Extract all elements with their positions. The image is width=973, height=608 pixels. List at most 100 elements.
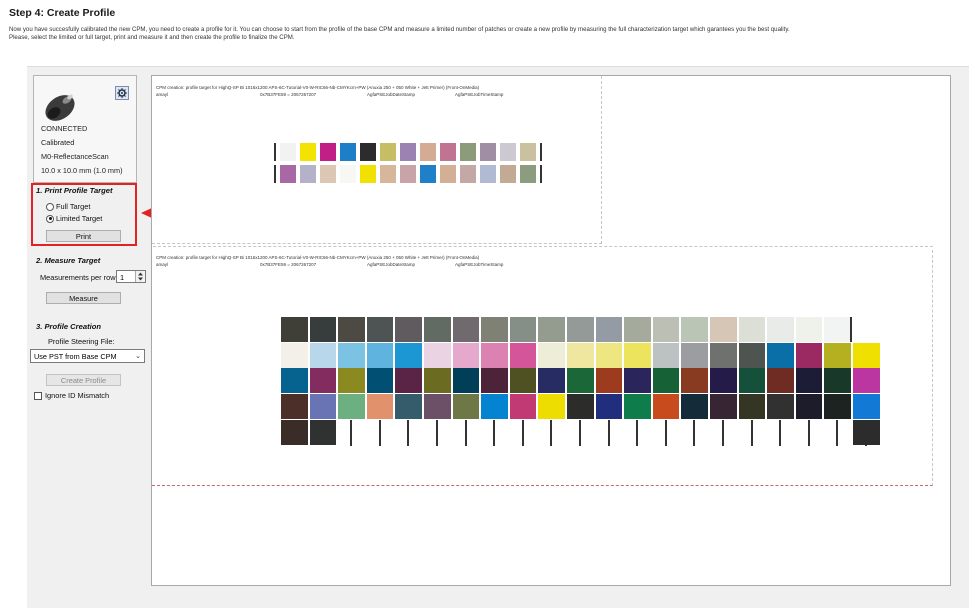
page-title: Step 4: Create Profile [9, 7, 116, 19]
sheet-separator [153, 246, 933, 247]
target-header-id: 0x7B37FE59 = 2067267207 [260, 92, 317, 97]
status-connected: CONNECTED [41, 124, 88, 133]
color-patch [738, 317, 766, 342]
status-aperture: 10.0 x 10.0 mm (1.0 mm) [41, 166, 123, 175]
profile-steering-label: Profile Steering File: [48, 337, 115, 346]
color-patch [424, 343, 451, 368]
color-patch [395, 368, 422, 393]
color-patch [624, 394, 651, 419]
registration-mark [350, 420, 353, 446]
color-patch [481, 343, 508, 368]
target-header-line1-full: CPM creation: profile target for HighQ-S… [156, 255, 480, 260]
radio-full-target[interactable]: Full Target [46, 202, 90, 211]
color-patch [853, 420, 880, 445]
registration-mark [693, 420, 696, 446]
color-patch [320, 165, 336, 183]
color-patch [360, 165, 376, 183]
color-patch [460, 143, 476, 161]
profile-steering-select[interactable]: Use PST from Base CPM ⌄ [30, 349, 145, 363]
color-patch [624, 368, 651, 393]
print-button[interactable]: Print [46, 230, 121, 242]
measurements-per-row-label: Measurements per row [40, 273, 116, 282]
color-patch [567, 394, 594, 419]
color-patch [538, 317, 565, 342]
color-patch [424, 317, 451, 342]
color-patch [420, 143, 436, 161]
page-description: Now you have succesfully calibrated the … [9, 26, 964, 42]
color-patch [400, 143, 416, 161]
color-patch [767, 368, 794, 393]
target-header-line1: CPM creation: profile target for HighQ-S… [156, 85, 480, 90]
measurements-per-row-stepper[interactable]: 1 [116, 270, 146, 283]
color-patch [624, 317, 651, 342]
radio-button-icon[interactable] [46, 202, 54, 211]
color-patch [767, 343, 794, 368]
color-patch [853, 368, 880, 393]
color-patch [567, 368, 594, 393]
registration-mark [750, 420, 753, 446]
color-patch [452, 368, 480, 393]
radio-full-target-label: Full Target [56, 202, 91, 211]
color-patch [567, 343, 594, 368]
color-patch [340, 165, 356, 183]
ignore-id-mismatch-checkbox[interactable]: Ignore ID Mismatch [34, 391, 109, 400]
create-profile-button[interactable]: Create Profile [46, 374, 121, 386]
color-patch [420, 165, 436, 183]
color-patch [795, 317, 823, 342]
measure-button[interactable]: Measure [46, 292, 121, 304]
color-patch [652, 394, 680, 419]
color-patch [480, 143, 496, 161]
color-patch [366, 343, 394, 368]
color-patch [595, 394, 623, 419]
color-patch [738, 343, 766, 368]
color-patch [652, 368, 680, 393]
radio-button-selected-icon[interactable] [46, 214, 54, 223]
color-patch [767, 394, 794, 419]
color-patch [480, 165, 496, 183]
color-patch [320, 143, 336, 161]
color-patch [452, 394, 480, 419]
ignore-id-mismatch-label: Ignore ID Mismatch [45, 391, 110, 400]
color-patch [281, 394, 308, 419]
color-patch [681, 394, 708, 419]
registration-mark [722, 420, 724, 446]
description-line-2: Please, select the limited or full targe… [9, 34, 295, 42]
color-patch [280, 165, 296, 183]
checkbox-icon[interactable] [34, 391, 42, 400]
target-header-id-full: 0x7B37FE59 = 2067267207 [260, 262, 317, 267]
target-header-user-full: amayl [156, 262, 169, 267]
chevron-down-icon[interactable]: ⌄ [135, 352, 141, 360]
target-header-time-full: AgfaPSEJobTimeStamp [455, 262, 504, 267]
registration-mark [664, 420, 667, 446]
color-patch [738, 368, 766, 393]
color-patch [795, 368, 823, 393]
color-patch [481, 317, 508, 342]
registration-mark [540, 143, 542, 161]
color-patch [309, 394, 337, 419]
registration-mark [579, 420, 581, 446]
color-patch [509, 343, 537, 368]
color-patch [738, 394, 766, 419]
registration-mark [850, 317, 852, 342]
color-patch [710, 368, 737, 393]
color-patch [824, 343, 851, 368]
target-header-user: amayl [156, 92, 169, 97]
color-patch [380, 165, 396, 183]
color-patch [452, 317, 480, 342]
gear-icon[interactable] [115, 86, 129, 100]
print-section-title: 1. Print Profile Target [36, 186, 113, 195]
color-patch [309, 420, 337, 445]
stepper-arrows-icon[interactable] [135, 271, 145, 282]
radio-limited-target[interactable]: Limited Target [46, 214, 102, 223]
color-patch [281, 317, 308, 342]
registration-mark [436, 420, 438, 446]
target-header-date-full: AgfaPSEJobDateStamp [367, 262, 416, 267]
color-patch [795, 343, 823, 368]
registration-mark [779, 420, 782, 446]
color-patch [481, 368, 508, 393]
color-patch [824, 394, 851, 419]
color-patch [710, 343, 737, 368]
color-patch [595, 343, 623, 368]
color-patch [338, 394, 365, 419]
color-patch [681, 368, 708, 393]
